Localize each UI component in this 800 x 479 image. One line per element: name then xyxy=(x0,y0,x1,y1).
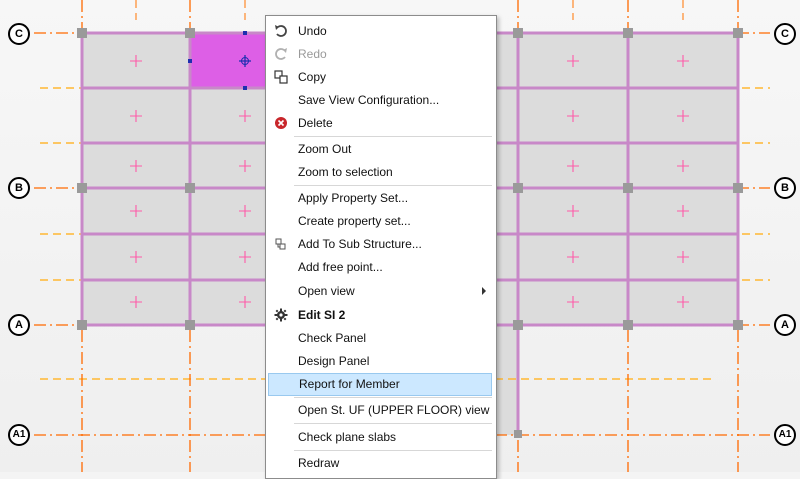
menu-item-label: Edit SI 2 xyxy=(298,308,346,322)
menu-item-save-view[interactable]: Save View Configuration... xyxy=(266,89,496,112)
delete-icon xyxy=(274,116,288,130)
axis-bubble-b-left: B xyxy=(8,177,30,199)
column[interactable] xyxy=(733,28,743,38)
slab-panel[interactable] xyxy=(190,280,268,325)
column[interactable] xyxy=(185,320,195,330)
column[interactable] xyxy=(185,28,195,38)
column[interactable] xyxy=(623,183,633,193)
axis-bubble-b-right: B xyxy=(774,177,796,199)
column[interactable] xyxy=(185,183,195,193)
menu-item-label: Zoom to selection xyxy=(298,165,393,179)
column[interactable] xyxy=(733,320,743,330)
menu-item-zoom-selection[interactable]: Zoom to selection xyxy=(266,161,496,184)
column[interactable] xyxy=(733,183,743,193)
menu-separator xyxy=(294,397,492,398)
menu-item-add-free-point[interactable]: Add free point... xyxy=(266,256,496,279)
menu-item-create-property-set[interactable]: Create property set... xyxy=(266,210,496,233)
menu-item-label: Zoom Out xyxy=(298,142,352,156)
menu-item-label: Report for Member xyxy=(299,377,400,391)
menu-item-add-sub-structure[interactable]: Add To Sub Structure... xyxy=(266,233,496,256)
column[interactable] xyxy=(77,28,87,38)
menu-item-undo[interactable]: Undo xyxy=(266,20,496,43)
menu-separator xyxy=(294,450,492,451)
menu-item-label: Save View Configuration... xyxy=(298,93,440,107)
selection-grip[interactable] xyxy=(243,86,247,90)
menu-item-label: Apply Property Set... xyxy=(298,191,409,205)
copy-icon xyxy=(274,70,288,84)
menu-item-label: Copy xyxy=(298,70,327,84)
axis-bubble-c-left: C xyxy=(8,23,30,45)
submenu-arrow-icon xyxy=(482,287,486,295)
menu-item-check-panel[interactable]: Check Panel xyxy=(266,327,496,350)
menu-item-apply-property-set[interactable]: Apply Property Set... xyxy=(266,187,496,210)
menu-separator xyxy=(294,136,492,137)
selection-grip[interactable] xyxy=(188,59,192,63)
menu-item-copy[interactable]: Copy xyxy=(266,66,496,89)
menu-item-label: Add free point... xyxy=(298,260,383,274)
axis-bubble-a-left: A xyxy=(8,314,30,336)
menu-item-edit-si[interactable]: Edit SI 2 xyxy=(266,304,496,327)
menu-item-label: Undo xyxy=(298,24,327,38)
column[interactable] xyxy=(623,28,633,38)
column[interactable] xyxy=(77,183,87,193)
menu-item-design-panel[interactable]: Design Panel xyxy=(266,350,496,373)
context-menu: Undo Redo Copy Save View Configuration..… xyxy=(265,15,497,479)
menu-item-redo[interactable]: Redo xyxy=(266,43,496,66)
menu-item-label: Check plane slabs xyxy=(298,430,397,444)
menu-item-label: Create property set... xyxy=(298,214,411,228)
menu-separator xyxy=(294,185,492,186)
menu-item-zoom-out[interactable]: Zoom Out xyxy=(266,138,496,161)
menu-item-check-plane-slabs[interactable]: Check plane slabs xyxy=(266,426,496,449)
column[interactable] xyxy=(77,320,87,330)
menu-item-label: Delete xyxy=(298,116,333,130)
redo-icon xyxy=(274,47,288,61)
selection-grip[interactable] xyxy=(243,31,247,35)
column[interactable] xyxy=(623,320,633,330)
undo-icon xyxy=(274,24,288,38)
slab-panel[interactable] xyxy=(190,143,268,188)
menu-item-label: Check Panel xyxy=(298,331,367,345)
menu-item-report-member[interactable]: Report for Member xyxy=(268,373,492,396)
slab-panel[interactable] xyxy=(190,188,268,234)
menu-item-label: Design Panel xyxy=(298,354,370,368)
menu-item-open-view[interactable]: Open view xyxy=(266,280,496,303)
menu-item-label: Redraw xyxy=(298,456,340,470)
selected-slab-panel[interactable] xyxy=(189,32,269,89)
axis-bubble-c-right: C xyxy=(774,23,796,45)
menu-separator xyxy=(294,423,492,424)
axis-bubble-a1-right: A1 xyxy=(774,424,796,446)
menu-item-label: Redo xyxy=(298,47,327,61)
column[interactable] xyxy=(513,28,523,38)
menu-item-label: Open view xyxy=(298,284,355,298)
menu-item-label: Add To Sub Structure... xyxy=(298,237,422,251)
substructure-icon xyxy=(274,237,288,251)
column[interactable] xyxy=(513,320,523,330)
column[interactable] xyxy=(513,183,523,193)
column[interactable] xyxy=(514,430,522,438)
axis-bubble-a1-left: A1 xyxy=(8,424,30,446)
menu-item-open-st-uf-view[interactable]: Open St. UF (UPPER FLOOR) view xyxy=(266,399,496,422)
slab-panel[interactable] xyxy=(190,88,268,143)
gear-icon xyxy=(274,308,288,322)
menu-item-delete[interactable]: Delete xyxy=(266,112,496,135)
menu-item-label: Open St. UF (UPPER FLOOR) view xyxy=(298,403,490,417)
axis-bubble-a-right: A xyxy=(774,314,796,336)
slab-panel[interactable] xyxy=(190,234,268,280)
